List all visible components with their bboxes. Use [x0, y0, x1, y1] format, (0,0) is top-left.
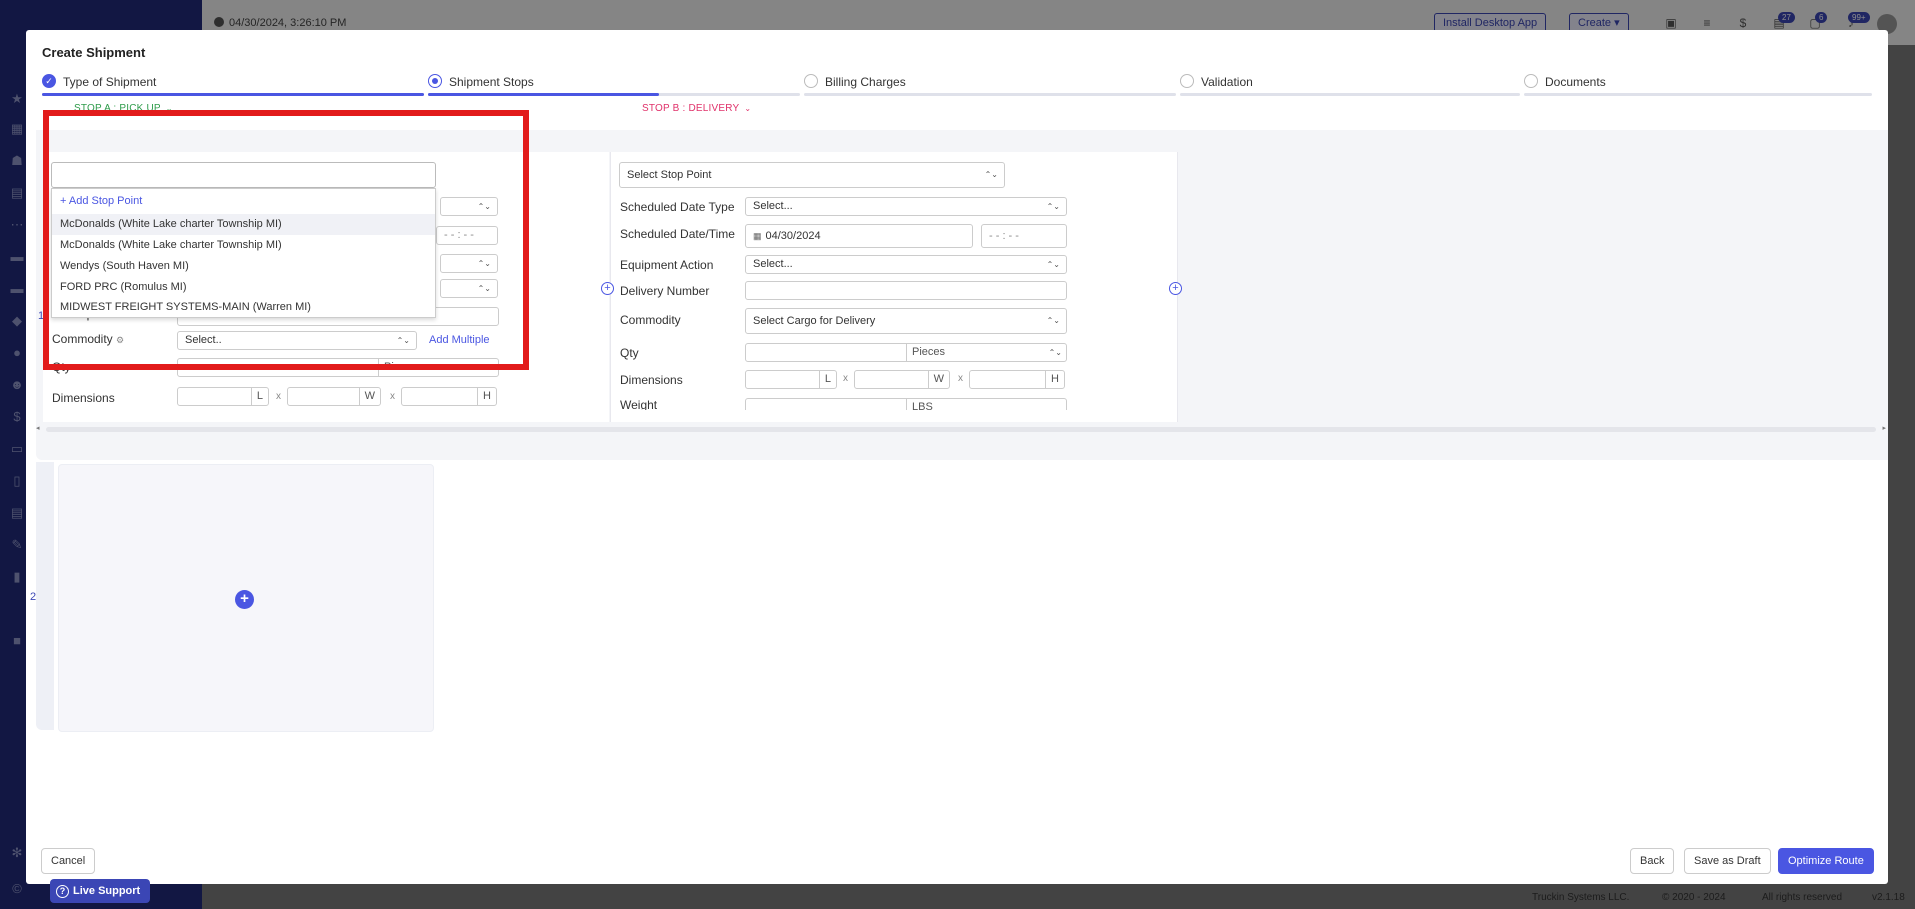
calendar-icon: ▦ [753, 231, 762, 241]
step-type-of-shipment[interactable]: ✓ Type of Shipment [42, 74, 424, 104]
stop-b-commodity-label: Commodity [620, 313, 681, 327]
highlight-box [43, 110, 529, 370]
live-support-button[interactable]: ? Live Support [50, 879, 151, 903]
step-label: Billing Charges [825, 75, 906, 89]
step-validation[interactable]: Validation [1180, 74, 1520, 104]
stepper: ✓ Type of Shipment Shipment Stops Billin… [42, 74, 1872, 104]
cancel-button[interactable]: Cancel [41, 848, 96, 874]
group-number: 2 [30, 591, 37, 603]
unit-l: L [818, 371, 836, 388]
stop-a-dimensions-label: Dimensions [52, 391, 115, 405]
chevron-icon: ⌃⌄ [1046, 316, 1060, 325]
scroll-track[interactable] [46, 427, 1876, 432]
step-progress [1180, 93, 1520, 96]
stop-b-header[interactable]: STOP B : DELIVERY ⌄ [642, 103, 751, 114]
stop-b-weight-input[interactable]: LBS [745, 398, 1067, 410]
stop-b-dimensions-label: Dimensions [620, 373, 683, 387]
stop-b-stop-point-select[interactable]: Select Stop Point ⌃⌄ [619, 162, 1005, 188]
stop-b-qty-label: Qty [620, 346, 639, 360]
add-stop-button[interactable]: + [235, 590, 254, 609]
step-label: Type of Shipment [63, 75, 157, 89]
stop-b-width-input[interactable]: W [854, 370, 950, 389]
chevron-icon: ⌃⌄ [1046, 260, 1060, 269]
scheduled-time-input[interactable]: - - : - - [981, 224, 1067, 248]
step-progress [42, 93, 424, 96]
check-icon: ✓ [42, 74, 56, 88]
stop-b-height-input[interactable]: H [969, 370, 1065, 389]
step-documents[interactable]: Documents [1524, 74, 1872, 104]
times-sep: x [958, 373, 963, 384]
step-progress [1524, 93, 1872, 96]
stop-b-commodity-select[interactable]: Select Cargo for Delivery ⌃⌄ [745, 308, 1067, 334]
scheduled-date-type-select[interactable]: Select... ⌃⌄ [745, 197, 1067, 216]
unit-w: W [927, 371, 949, 388]
unit-w: W [358, 388, 380, 405]
optimize-route-button[interactable]: Optimize Route [1778, 848, 1874, 874]
stop-b-weight-label: Weight [620, 398, 658, 410]
chevron-icon: ⌃⌄ [1048, 348, 1062, 357]
stop-a-width-input[interactable]: W [287, 387, 381, 406]
step-progress [804, 93, 1176, 96]
chevron-icon: ⌃⌄ [984, 170, 998, 179]
stop-b-qty-unit-select[interactable]: Pieces ⌃⌄ [906, 344, 1066, 361]
scroll-left-icon[interactable]: ◂ [36, 424, 40, 432]
radio-icon [804, 74, 818, 88]
times-sep: x [843, 373, 848, 384]
step-shipment-stops[interactable]: Shipment Stops [428, 74, 800, 104]
step-label: Validation [1201, 75, 1253, 89]
unit-h: H [1045, 371, 1064, 388]
help-icon: ? [56, 885, 69, 898]
times-sep: x [390, 391, 395, 402]
chevron-icon: ⌃⌄ [1046, 202, 1060, 211]
add-stop-after-icon[interactable]: + [1169, 282, 1182, 295]
step-progress [428, 93, 800, 96]
stop-b-weight-row-clip: Weight LBS [610, 398, 1178, 410]
stop-b-weight-unit-select[interactable]: LBS [906, 399, 1066, 410]
scheduled-datetime-label: Scheduled Date/Time [620, 227, 735, 241]
stop-b-qty-input[interactable]: Pieces ⌃⌄ [745, 343, 1067, 362]
delivery-number-input[interactable] [745, 281, 1067, 300]
scroll-right-icon[interactable]: ▸ [1882, 424, 1886, 432]
equipment-action-label: Equipment Action [620, 258, 714, 272]
step-label: Shipment Stops [449, 75, 534, 89]
equipment-action-select[interactable]: Select... ⌃⌄ [745, 255, 1067, 274]
scheduled-date-input[interactable]: ▦ 04/30/2024 [745, 224, 973, 248]
add-stop-between-icon[interactable]: + [601, 282, 614, 295]
stop-a-length-input[interactable]: L [177, 387, 269, 406]
stop-group-2-strip [36, 462, 54, 730]
step-billing-charges[interactable]: Billing Charges [804, 74, 1176, 104]
scheduled-date-type-label: Scheduled Date Type [620, 200, 735, 214]
radio-icon [1524, 74, 1538, 88]
unit-h: H [477, 388, 496, 405]
back-button[interactable]: Back [1630, 848, 1675, 874]
horizontal-scrollbar[interactable]: ◂ ▸ [36, 424, 1886, 434]
stop-b-length-input[interactable]: L [745, 370, 837, 389]
times-sep: x [276, 391, 281, 402]
chevron-down-icon: ⌄ [744, 104, 752, 113]
radio-icon [1180, 74, 1194, 88]
modal-title: Create Shipment [42, 45, 146, 60]
step-label: Documents [1545, 75, 1606, 89]
stop-a-height-input[interactable]: H [401, 387, 497, 406]
save-as-draft-button[interactable]: Save as Draft [1684, 848, 1771, 874]
unit-l: L [250, 388, 268, 405]
delivery-number-label: Delivery Number [620, 284, 710, 298]
radio-active-icon [428, 74, 442, 88]
